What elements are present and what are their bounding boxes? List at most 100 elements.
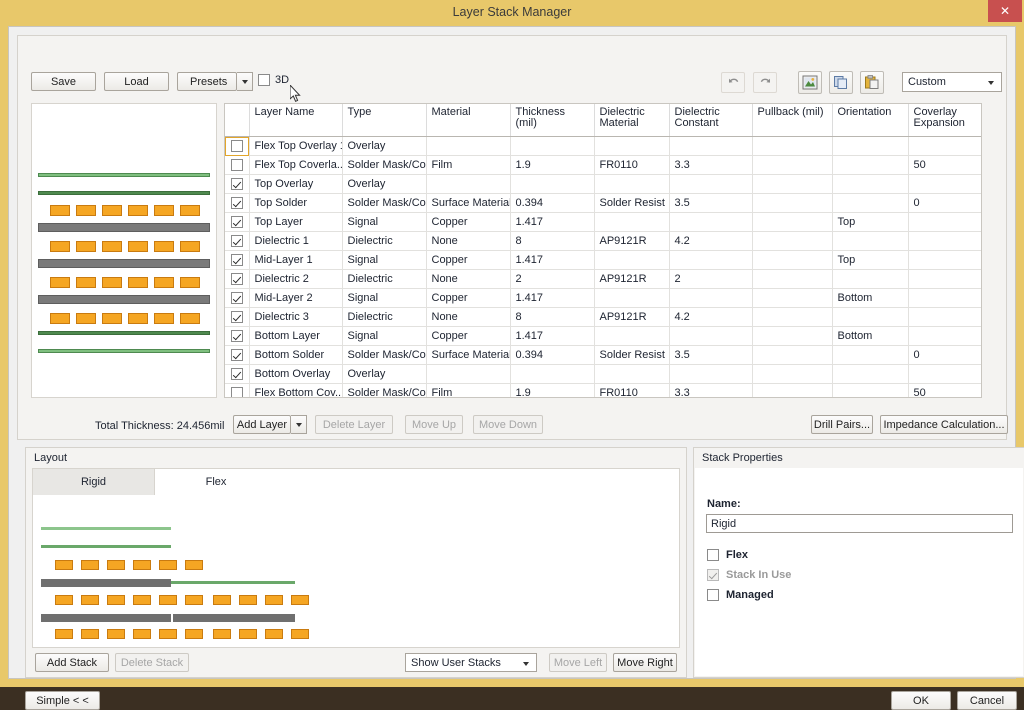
cell-diel-material[interactable] bbox=[594, 365, 669, 384]
cell-pullback[interactable] bbox=[752, 289, 832, 308]
cell-thickness[interactable]: 1.9 bbox=[510, 384, 594, 399]
cell-thickness[interactable]: 1.417 bbox=[510, 289, 594, 308]
cell-type[interactable]: Solder Mask/Co... bbox=[342, 156, 426, 175]
add-stack-button[interactable]: Add Stack bbox=[35, 653, 109, 672]
table-row[interactable]: Mid-Layer 2SignalCopper1.417Bottom bbox=[225, 289, 982, 308]
layer-table[interactable]: Layer Name Type Material Thickness (mil)… bbox=[224, 103, 982, 398]
cell-coverlay[interactable] bbox=[908, 213, 982, 232]
cell-type[interactable]: Dielectric bbox=[342, 232, 426, 251]
move-down-button[interactable]: Move Down bbox=[473, 415, 543, 434]
cell-pullback[interactable] bbox=[752, 194, 832, 213]
cell-diel-material[interactable]: Solder Resist bbox=[594, 194, 669, 213]
cell-coverlay[interactable] bbox=[908, 232, 982, 251]
cell-layer-name[interactable]: Bottom Solder bbox=[249, 346, 342, 365]
flex-checkbox[interactable]: Flex bbox=[707, 549, 748, 561]
cell-type[interactable]: Solder Mask/Co... bbox=[342, 384, 426, 399]
table-row[interactable]: Dielectric 1DielectricNone8AP9121R4.2 bbox=[225, 232, 982, 251]
cell-coverlay[interactable] bbox=[908, 289, 982, 308]
delete-layer-button[interactable]: Delete Layer bbox=[315, 415, 393, 434]
cell-diel-constant[interactable] bbox=[669, 289, 752, 308]
undo-icon[interactable] bbox=[721, 72, 745, 93]
cell-diel-material[interactable]: AP9121R bbox=[594, 308, 669, 327]
cell-type[interactable]: Overlay bbox=[342, 175, 426, 194]
cell-layer-name[interactable]: Bottom Overlay bbox=[249, 365, 342, 384]
cell-orientation[interactable]: Top bbox=[832, 251, 908, 270]
cell-thickness[interactable]: 1.417 bbox=[510, 213, 594, 232]
col-orientation[interactable]: Orientation bbox=[832, 104, 908, 137]
cell-material[interactable]: None bbox=[426, 308, 510, 327]
cell-pullback[interactable] bbox=[752, 270, 832, 289]
row-checkbox[interactable] bbox=[225, 175, 249, 194]
cell-material[interactable] bbox=[426, 365, 510, 384]
cell-type[interactable]: Signal bbox=[342, 251, 426, 270]
cell-diel-constant[interactable] bbox=[669, 251, 752, 270]
move-left-button[interactable]: Move Left bbox=[549, 653, 607, 672]
cell-pullback[interactable] bbox=[752, 327, 832, 346]
row-checkbox[interactable] bbox=[225, 384, 249, 399]
row-checkbox[interactable] bbox=[225, 251, 249, 270]
cell-material[interactable]: Copper bbox=[426, 213, 510, 232]
add-layer-button[interactable]: Add Layer bbox=[233, 415, 291, 434]
cell-diel-constant[interactable]: 3.3 bbox=[669, 384, 752, 399]
cell-type[interactable]: Dielectric bbox=[342, 308, 426, 327]
cell-layer-name[interactable]: Flex Bottom Cov... bbox=[249, 384, 342, 399]
cell-layer-name[interactable]: Flex Top Coverla... bbox=[249, 156, 342, 175]
threed-checkbox[interactable]: 3D bbox=[258, 74, 289, 86]
cell-diel-material[interactable]: AP9121R bbox=[594, 270, 669, 289]
table-row[interactable]: Top SolderSolder Mask/Co...Surface Mater… bbox=[225, 194, 982, 213]
paste-icon[interactable] bbox=[860, 71, 884, 94]
cell-diel-constant[interactable]: 3.3 bbox=[669, 156, 752, 175]
cell-material[interactable]: None bbox=[426, 232, 510, 251]
cell-diel-constant[interactable]: 2 bbox=[669, 270, 752, 289]
cell-layer-name[interactable]: Bottom Layer bbox=[249, 327, 342, 346]
redo-icon[interactable] bbox=[753, 72, 777, 93]
cell-orientation[interactable] bbox=[832, 308, 908, 327]
cell-pullback[interactable] bbox=[752, 384, 832, 399]
cell-pullback[interactable] bbox=[752, 175, 832, 194]
row-checkbox[interactable] bbox=[225, 365, 249, 384]
cell-diel-constant[interactable] bbox=[669, 365, 752, 384]
cell-layer-name[interactable]: Mid-Layer 1 bbox=[249, 251, 342, 270]
cell-diel-material[interactable] bbox=[594, 251, 669, 270]
row-checkbox[interactable] bbox=[225, 194, 249, 213]
row-checkbox[interactable] bbox=[225, 156, 249, 175]
cell-coverlay[interactable] bbox=[908, 270, 982, 289]
move-right-button[interactable]: Move Right bbox=[613, 653, 677, 672]
cancel-button[interactable]: Cancel bbox=[957, 691, 1017, 710]
cell-orientation[interactable]: Bottom bbox=[832, 327, 908, 346]
load-button[interactable]: Load bbox=[104, 72, 169, 91]
cell-thickness[interactable]: 8 bbox=[510, 232, 594, 251]
col-type[interactable]: Type bbox=[342, 104, 426, 137]
cell-type[interactable]: Signal bbox=[342, 289, 426, 308]
cell-thickness[interactable]: 1.9 bbox=[510, 156, 594, 175]
cell-diel-material[interactable] bbox=[594, 213, 669, 232]
cell-layer-name[interactable]: Top Overlay bbox=[249, 175, 342, 194]
table-row[interactable]: Dielectric 3DielectricNone8AP9121R4.2 bbox=[225, 308, 982, 327]
cell-coverlay[interactable]: 50 bbox=[908, 384, 982, 399]
cell-pullback[interactable] bbox=[752, 156, 832, 175]
save-button[interactable]: Save bbox=[31, 72, 96, 91]
cell-thickness[interactable]: 2 bbox=[510, 270, 594, 289]
cell-diel-material[interactable] bbox=[594, 175, 669, 194]
cell-coverlay[interactable]: 0 bbox=[908, 194, 982, 213]
cell-diel-material[interactable] bbox=[594, 327, 669, 346]
cell-diel-material[interactable]: Solder Resist bbox=[594, 346, 669, 365]
cell-material[interactable]: Film bbox=[426, 384, 510, 399]
table-row[interactable]: Flex Top Overlay 1Overlay bbox=[225, 137, 982, 156]
cell-diel-constant[interactable] bbox=[669, 137, 752, 156]
cell-orientation[interactable] bbox=[832, 270, 908, 289]
cell-coverlay[interactable] bbox=[908, 327, 982, 346]
tab-flex[interactable]: Flex bbox=[155, 469, 277, 495]
simple-toggle-button[interactable]: Simple < < bbox=[25, 691, 100, 710]
cell-type[interactable]: Solder Mask/Co... bbox=[342, 346, 426, 365]
cell-pullback[interactable] bbox=[752, 346, 832, 365]
cell-type[interactable]: Solder Mask/Co... bbox=[342, 194, 426, 213]
cell-diel-material[interactable]: AP9121R bbox=[594, 232, 669, 251]
cell-diel-material[interactable] bbox=[594, 289, 669, 308]
cell-thickness[interactable] bbox=[510, 365, 594, 384]
cell-layer-name[interactable]: Dielectric 1 bbox=[249, 232, 342, 251]
cell-orientation[interactable] bbox=[832, 175, 908, 194]
row-checkbox[interactable] bbox=[225, 308, 249, 327]
move-up-button[interactable]: Move Up bbox=[405, 415, 463, 434]
cell-material[interactable] bbox=[426, 175, 510, 194]
